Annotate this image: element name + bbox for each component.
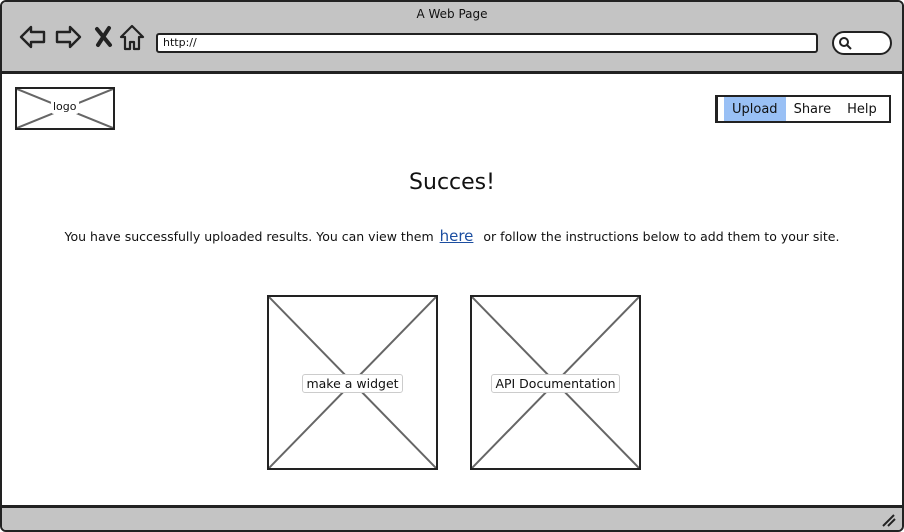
page-title: Succes! [409, 170, 495, 195]
back-arrow-icon[interactable] [18, 22, 48, 52]
nav-tabs: Upload Share Help [715, 95, 891, 123]
api-documentation-label: API Documentation [491, 374, 620, 393]
browser-toolbar: A Web Page http:// [2, 2, 902, 74]
browser-search-field[interactable] [832, 31, 892, 55]
tab-help[interactable]: Help [839, 97, 885, 121]
view-results-link[interactable]: here [440, 227, 474, 245]
forward-arrow-icon[interactable] [53, 22, 83, 52]
tab-share[interactable]: Share [786, 97, 840, 121]
success-message: You have successfully uploaded results. … [2, 227, 902, 245]
resize-grip-icon[interactable] [880, 513, 896, 527]
logo-label: logo [51, 99, 79, 114]
api-documentation-card[interactable]: API Documentation [470, 295, 641, 470]
url-input[interactable]: http:// [156, 33, 818, 53]
status-bar [2, 505, 902, 530]
message-text-before: You have successfully uploaded results. … [64, 229, 434, 244]
home-icon[interactable] [117, 22, 147, 52]
stop-icon[interactable] [90, 22, 120, 52]
make-widget-label: make a widget [302, 374, 403, 393]
message-text-after: or follow the instructions below to add … [483, 229, 840, 244]
tab-upload[interactable]: Upload [724, 97, 786, 121]
make-widget-card[interactable]: make a widget [267, 295, 438, 470]
window-title: A Web Page [416, 7, 488, 21]
logo: logo [15, 87, 115, 130]
search-icon [839, 37, 852, 50]
browser-window: A Web Page http:// logo Upload Share Hel… [0, 0, 904, 532]
